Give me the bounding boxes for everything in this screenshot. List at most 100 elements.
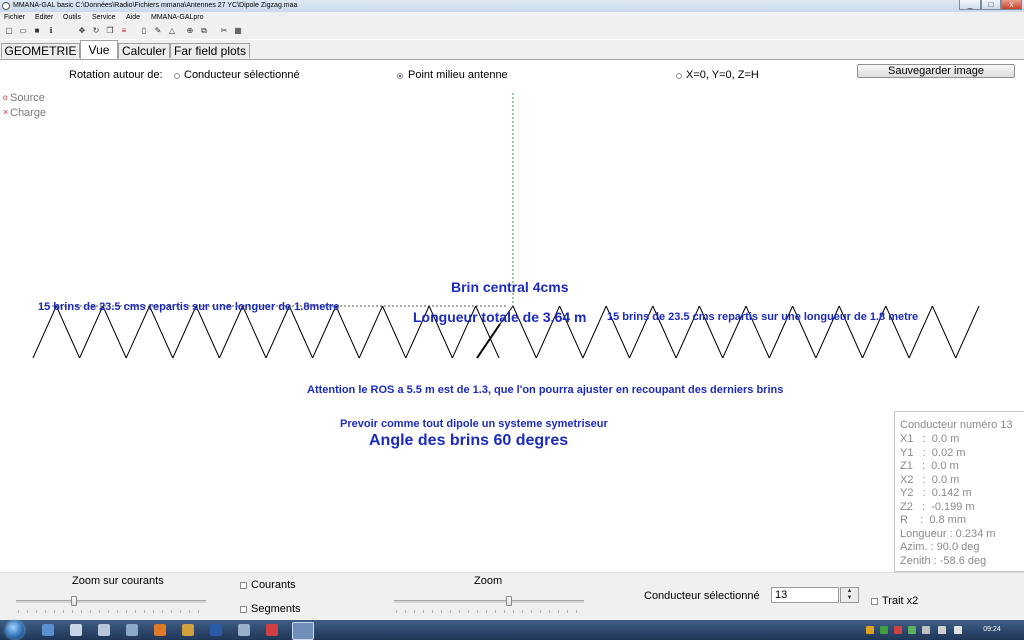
taskbar-app-icon[interactable] xyxy=(98,624,110,636)
info-length: Longueur : 0.234 m xyxy=(900,528,996,540)
taskbar-clock: 09:24 xyxy=(983,626,1001,633)
minimize-button[interactable]: _ xyxy=(959,0,981,10)
tab-geometrie[interactable]: GEOMETRIE xyxy=(1,43,80,58)
window-title: MMANA-GAL basic C:\Données\Radio\Fichier… xyxy=(13,2,298,9)
conducteur-spinner[interactable]: ▲ ▼ xyxy=(840,587,859,603)
menu-bar: Fichier Editer Outils Service Aide MMANA… xyxy=(0,12,1024,24)
taskbar: 09:24 xyxy=(0,620,1024,640)
wire-segment xyxy=(79,305,104,359)
taskbar-app-icon[interactable] xyxy=(266,624,278,636)
trait-x2-label[interactable]: Trait x2 xyxy=(882,595,918,607)
rotate-icon[interactable]: ↻ xyxy=(92,27,100,35)
calculator-icon[interactable]: ▦ xyxy=(234,27,242,35)
tray-network-icon[interactable] xyxy=(938,626,946,634)
info-x1: X1 : 0.0 m xyxy=(900,433,960,445)
move-icon[interactable]: ✥ xyxy=(78,27,86,35)
tab-far-field-plots[interactable]: Far field plots xyxy=(170,43,250,58)
wire-segment xyxy=(358,305,383,359)
zoom-currents-track[interactable] xyxy=(16,600,206,603)
zoom-track[interactable] xyxy=(394,600,584,603)
annotation-warning: Attention le ROS a 5.5 m est de 1.3, que… xyxy=(307,384,784,396)
view-panel[interactable]: Rotation autour de: Conducteur sélection… xyxy=(0,60,1024,572)
menu-editer[interactable]: Editer xyxy=(35,12,53,24)
taskbar-browser-icon[interactable] xyxy=(154,624,166,636)
segments-label[interactable]: Segments xyxy=(251,603,301,615)
triangle-icon[interactable]: △ xyxy=(168,27,176,35)
crosshair-icon[interactable]: ⊕ xyxy=(186,27,194,35)
document-icon[interactable]: ▯ xyxy=(140,27,148,35)
tray-flag-icon[interactable] xyxy=(922,626,930,634)
app-icon xyxy=(2,2,10,10)
menu-fichier[interactable]: Fichier xyxy=(4,12,25,24)
open-folder-icon[interactable]: ▭ xyxy=(19,27,27,35)
zoom-label: Zoom xyxy=(474,575,503,587)
wire-segment xyxy=(32,305,57,359)
menu-aide[interactable]: Aide xyxy=(126,12,140,24)
tray-icon[interactable] xyxy=(908,626,916,634)
wire-segment xyxy=(382,305,407,359)
taskbar-mmana-icon[interactable] xyxy=(292,622,314,640)
tray-volume-icon[interactable] xyxy=(954,626,962,634)
wire-segment xyxy=(288,305,314,359)
courants-checkbox[interactable] xyxy=(240,582,247,589)
spin-down-icon[interactable]: ▼ xyxy=(841,595,858,602)
new-file-icon[interactable]: ▢ xyxy=(5,27,13,35)
zoom-ticks xyxy=(396,610,582,613)
taskbar-app-icon[interactable] xyxy=(70,624,82,636)
tab-vue[interactable]: Vue xyxy=(80,40,118,59)
tray-icon[interactable] xyxy=(866,626,874,634)
taskbar-app-icon[interactable] xyxy=(182,624,194,636)
conducteur-input[interactable]: 13 xyxy=(771,587,839,603)
menu-outils[interactable]: Outils xyxy=(63,12,81,24)
copy-icon[interactable]: ❐ xyxy=(106,27,114,35)
pages-icon[interactable]: ⧉ xyxy=(200,27,208,35)
tab-calculer[interactable]: Calculer xyxy=(118,43,170,58)
info-icon[interactable]: ℹ xyxy=(47,27,55,35)
courants-label[interactable]: Courants xyxy=(251,579,296,591)
spin-up-icon[interactable]: ▲ xyxy=(841,588,858,595)
wire-segment xyxy=(149,305,174,359)
tray-icon[interactable] xyxy=(880,626,888,634)
wire-segment xyxy=(312,305,337,359)
annotation-balun: Prevoir comme tout dipole un systeme sym… xyxy=(340,418,608,430)
annotation-central: Brin central 4cms xyxy=(451,279,569,295)
edit-icon[interactable]: ✎ xyxy=(154,27,162,35)
toolbar: ▢ ▭ ■ ℹ ✥ ↻ ❐ ≡ ▯ ✎ △ ⊕ ⧉ ✂ ▦ xyxy=(0,24,1024,39)
trait-x2-checkbox[interactable] xyxy=(871,598,878,605)
zoom-currents-slider[interactable] xyxy=(71,596,77,606)
wire-segment xyxy=(102,305,127,359)
menu-service[interactable]: Service xyxy=(92,12,115,24)
info-z1: Z1 : 0.0 m xyxy=(900,460,959,472)
wire-segment xyxy=(55,305,81,359)
save-icon[interactable]: ■ xyxy=(33,27,41,35)
annotation-left: 15 brins de 23.5 cms repartis sur une lo… xyxy=(38,301,340,313)
info-x2: X2 : 0.0 m xyxy=(900,474,960,486)
menu-mmana-galpro[interactable]: MMANA-GALpro xyxy=(151,12,204,24)
annotation-total-length: Longueur totale de 3.64 m xyxy=(413,309,587,325)
zoom-slider[interactable] xyxy=(506,596,512,606)
tools-icon[interactable]: ✂ xyxy=(220,27,228,35)
annotation-right: 15 brins de 23.5 cms repartis sur une lo… xyxy=(607,311,919,323)
tray-icon[interactable] xyxy=(894,626,902,634)
taskbar-app-icon[interactable] xyxy=(238,624,250,636)
wire-segment xyxy=(195,305,220,359)
info-zenith: Zenith : -58.6 deg xyxy=(900,555,987,567)
wires-icon[interactable]: ≡ xyxy=(120,27,128,35)
wire-segment xyxy=(265,305,290,359)
taskbar-explorer-icon[interactable] xyxy=(42,624,54,636)
wire-segment xyxy=(125,305,150,359)
bottom-panel: Zoom sur courants Courants Segments Zoom… xyxy=(0,572,1024,621)
wire-segment xyxy=(955,305,980,359)
taskbar-app-icon[interactable] xyxy=(210,624,222,636)
wire-segment xyxy=(931,305,957,359)
tab-strip: GEOMETRIE Vue Calculer Far field plots xyxy=(0,40,1024,60)
close-button[interactable]: x xyxy=(1001,0,1022,10)
info-y1: Y1 : 0.02 m xyxy=(900,447,966,459)
segments-checkbox[interactable] xyxy=(240,606,247,613)
info-y2: Y2 : 0.142 m xyxy=(900,487,972,499)
annotation-angle: Angle des brins 60 degres xyxy=(369,432,569,449)
taskbar-app-icon[interactable] xyxy=(126,624,138,636)
maximize-button[interactable]: □ xyxy=(981,0,1001,10)
info-z2: Z2 : -0.199 m xyxy=(900,501,975,513)
start-button[interactable] xyxy=(6,621,24,639)
